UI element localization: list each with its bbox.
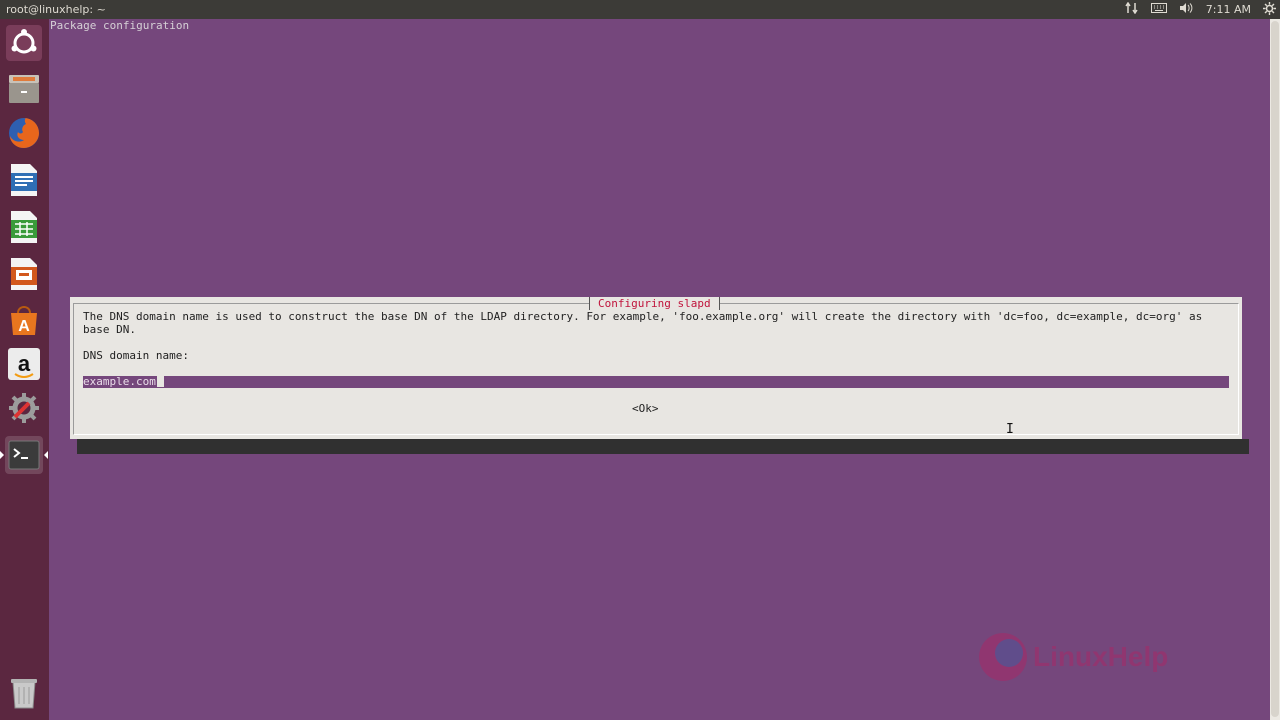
dns-domain-label: DNS domain name: [83, 349, 189, 362]
dialog-shadow [77, 439, 1249, 454]
amazon-icon[interactable]: a [5, 345, 43, 383]
terminal-icon[interactable] [5, 436, 43, 474]
libreoffice-impress-icon[interactable] [5, 255, 43, 293]
svg-text:a: a [18, 351, 31, 376]
software-center-icon[interactable]: A [5, 301, 43, 339]
package-configuration-header: Package configuration [50, 19, 190, 32]
scrollbar[interactable] [1270, 19, 1280, 720]
dns-domain-input[interactable]: example.com [83, 375, 1229, 388]
window-title: root@linuxhelp: ~ [6, 3, 106, 16]
trash-icon[interactable] [5, 674, 43, 712]
files-icon[interactable] [5, 69, 43, 107]
dialog-title: Configuring slapd [589, 297, 720, 310]
top-panel: root@linuxhelp: ~ 7:11 AM [0, 0, 1280, 19]
launcher: A a [0, 19, 50, 720]
configuring-dialog: Configuring slapd The DNS domain name is… [70, 297, 1242, 439]
running-indicator [0, 451, 4, 459]
network-icon[interactable] [1125, 1, 1139, 17]
scrollbar-thumb[interactable] [1271, 21, 1279, 717]
focus-indicator [44, 451, 48, 459]
keyboard-icon[interactable] [1150, 2, 1167, 17]
linuxhelp-watermark: LinuxHelp [977, 629, 1168, 685]
svg-text:A: A [18, 318, 30, 335]
watermark-text: LinuxHelp [1033, 641, 1169, 672]
text-cursor [156, 375, 164, 387]
system-settings-icon[interactable] [5, 389, 43, 427]
volume-icon[interactable] [1179, 2, 1194, 17]
libreoffice-writer-icon[interactable] [5, 161, 43, 199]
ok-button[interactable]: <Ok> [632, 402, 659, 415]
libreoffice-calc-icon[interactable] [5, 208, 43, 246]
clock[interactable]: 7:11 AM [1206, 3, 1251, 16]
firefox-icon[interactable] [5, 114, 43, 152]
dns-domain-value: example.com [83, 375, 164, 388]
ibeam-cursor-icon: I [1006, 422, 1014, 437]
dialog-description: The DNS domain name is used to construct… [83, 310, 1203, 336]
linuxhelp-logo-icon [979, 633, 1027, 681]
indicator-area: 7:11 AM [1125, 0, 1276, 19]
ubuntu-dash-icon[interactable] [5, 24, 43, 62]
gear-icon[interactable] [1263, 1, 1276, 18]
